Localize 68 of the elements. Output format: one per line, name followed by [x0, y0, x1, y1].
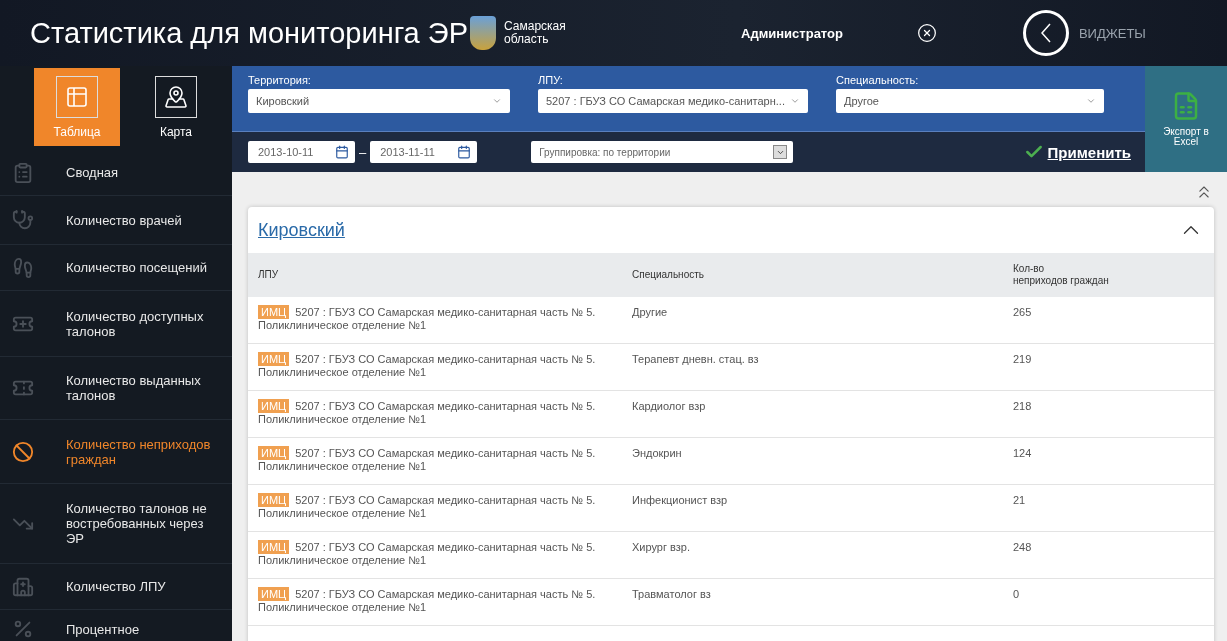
date-field[interactable]: 2013-11-11: [370, 141, 478, 163]
table-cell: 21: [1003, 485, 1214, 532]
column-header: Специальность: [622, 253, 1003, 297]
hospital-icon: [12, 575, 34, 598]
lpu-cell: ИМЦ 5207 : ГБУЗ СО Самарская медико-санитарная часть № 5. Поликлиническое отделение №1: [248, 579, 622, 626]
coat-of-arms-icon: [470, 16, 496, 50]
caret-icon: [773, 145, 788, 159]
lpu-cell: ИМЦ 5207 : ГБУЗ СО Самарская медико-санитарная часть № 5. Поликлиническое отделение №1: [248, 297, 622, 344]
lpu-cell: ИМЦ 5207 : ГБУЗ СО Самарская медико-санитарная часть № 5. Поликлиническое отделение №1: [248, 485, 622, 532]
caret-icon: [790, 96, 800, 106]
tag-label: ИМЦ: [258, 446, 290, 460]
date-field[interactable]: 2013-10-11: [248, 141, 355, 163]
tag-label: ИМЦ: [258, 399, 290, 413]
stethoscope-icon: [12, 209, 34, 231]
widgets-link[interactable]: ВИДЖЕТЫ: [1078, 25, 1146, 41]
table-cell: 265: [1003, 297, 1214, 344]
table-cell: Кардиолог взр: [622, 391, 1003, 438]
filter-dropdown[interactable]: Другое: [836, 89, 1104, 113]
lpu-cell: ИМЦ 5207 : ГБУЗ СО Самарская медико-санитарная часть № 5. Поликлиническое отделение №1: [248, 532, 622, 579]
view-tab[interactable]: Карта: [133, 68, 219, 146]
caret-icon: [492, 96, 502, 106]
back-button[interactable]: [1022, 10, 1069, 56]
apply-button[interactable]: Применить: [1023, 142, 1131, 162]
filter-dropdown[interactable]: 5207 : ГБУЗ СО Самарская медико-санитарн...: [538, 89, 808, 113]
table-cell: Эндокрин: [622, 438, 1003, 485]
date-separator: –: [359, 144, 367, 160]
region-label: Самарская область: [504, 20, 567, 46]
table-cell: Травматолог вз: [622, 579, 1003, 626]
table-cell: Инфекционист взр: [622, 485, 1003, 532]
filter-label: Специальность:: [836, 74, 920, 86]
document-icon: [12, 161, 34, 184]
close-button[interactable]: [916, 23, 937, 43]
filter-dropdown[interactable]: Кировский: [248, 89, 510, 113]
user-name: Администратор: [741, 25, 843, 41]
map-icon: [155, 75, 197, 118]
column-header: ЛПУ: [248, 253, 622, 297]
table-cell: 218: [1003, 391, 1214, 438]
group-title-link[interactable]: Кировский: [258, 219, 345, 241]
table-cell: 124: [1003, 438, 1214, 485]
table-cell: Другие: [622, 297, 1003, 344]
tag-label: ИМЦ: [258, 540, 290, 554]
filter-label: ЛПУ:: [538, 74, 564, 86]
tag-label: ИМЦ: [258, 493, 290, 507]
caret-icon: [1086, 96, 1096, 106]
grouping-dropdown[interactable]: Группировка: по территории: [531, 141, 794, 163]
calendar-icon: [335, 145, 349, 159]
footprints-icon: [12, 256, 34, 279]
lpu-cell: ИМЦ 5207 : ГБУЗ СО Самарская медико-санитарная часть № 5. Поликлиническое отделение №1: [248, 344, 622, 391]
tag-label: ИМЦ: [258, 587, 290, 601]
table-cell: 248: [1003, 532, 1214, 579]
app-title: Статистика для мониторинга ЭР: [30, 16, 469, 50]
lpu-cell: ИМЦ 5207 : ГБУЗ СО Самарская медико-санитарная часть № 5. Поликлиническое отделение №1: [248, 438, 622, 485]
filter-label: Территория:: [248, 74, 312, 86]
percent-icon: [12, 618, 34, 640]
calendar-icon: [457, 145, 472, 159]
table-cell: 0: [1003, 579, 1214, 626]
export-button[interactable]: Экспорт в Excel: [1145, 66, 1227, 172]
tag-label: ИМЦ: [258, 305, 290, 319]
ban-icon: [12, 440, 34, 463]
table-cell: Хирург взр.: [622, 532, 1003, 579]
table-icon: [56, 75, 98, 118]
table-cell: 219: [1003, 344, 1214, 391]
table-cell: Терапевт дневн. стац. вз: [622, 344, 1003, 391]
lpu-cell: ИМЦ 5207 : ГБУЗ СО Самарская медико-санитарная часть № 5. Поликлиническое отделение №1: [248, 391, 622, 438]
column-header: Кол-во неприходов граждан: [1003, 253, 1214, 297]
chevron-left-icon: [1040, 23, 1051, 43]
close-icon: [916, 23, 937, 43]
tag-label: ИМЦ: [258, 352, 290, 366]
